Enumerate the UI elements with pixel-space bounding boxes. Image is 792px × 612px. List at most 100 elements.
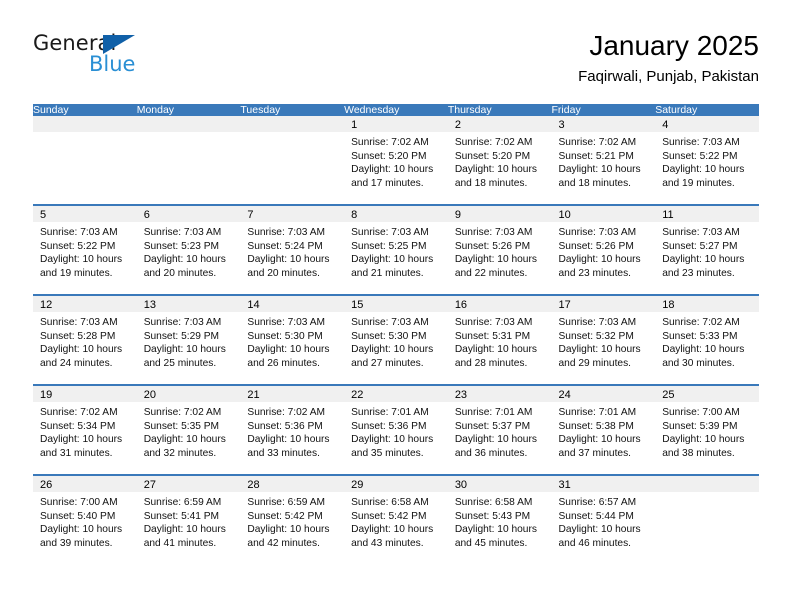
day-details: Sunrise: 7:02 AM Sunset: 5:34 PM Dayligh… xyxy=(33,402,137,460)
calendar-day-cell[interactable]: 20 Sunrise: 7:02 AM Sunset: 5:35 PM Dayl… xyxy=(136,384,241,475)
sunrise-text: Sunrise: 7:02 AM xyxy=(247,407,325,418)
sunrise-text: Sunrise: 7:00 AM xyxy=(662,407,740,418)
calendar-day-cell[interactable]: 29 Sunrise: 6:58 AM Sunset: 5:42 PM Dayl… xyxy=(344,474,448,564)
calendar-day-cell[interactable]: 9 Sunrise: 7:03 AM Sunset: 5:26 PM Dayli… xyxy=(447,204,552,295)
sunrise-text: Sunrise: 7:03 AM xyxy=(351,227,429,238)
daylight-text-line2: and 32 minutes. xyxy=(143,447,217,459)
day-number: 6 xyxy=(136,206,241,222)
day-details: Sunrise: 7:03 AM Sunset: 5:27 PM Dayligh… xyxy=(655,222,759,280)
day-details: Sunrise: 7:03 AM Sunset: 5:24 PM Dayligh… xyxy=(240,222,344,280)
daylight-text-line2: and 21 minutes. xyxy=(351,267,424,279)
calendar-day-cell[interactable] xyxy=(136,116,241,205)
calendar-day-cell[interactable]: 11 Sunrise: 7:03 AM Sunset: 5:27 PM Dayl… xyxy=(655,204,759,295)
day-details: Sunrise: 7:02 AM Sunset: 5:35 PM Dayligh… xyxy=(137,402,241,460)
daylight-text-line1: Daylight: 10 hours xyxy=(558,164,641,176)
day-number: 20 xyxy=(136,386,241,402)
day-details: Sunrise: 7:03 AM Sunset: 5:25 PM Dayligh… xyxy=(344,222,448,280)
calendar-day-cell[interactable]: 8 Sunrise: 7:03 AM Sunset: 5:25 PM Dayli… xyxy=(344,204,448,295)
day-number: 19 xyxy=(33,386,137,402)
daylight-text-line2: and 46 minutes. xyxy=(558,537,632,549)
day-number: 9 xyxy=(447,206,552,222)
general-blue-logo[interactable]: General Blue xyxy=(33,33,213,89)
calendar-day-cell[interactable]: 14 Sunrise: 7:03 AM Sunset: 5:30 PM Dayl… xyxy=(240,294,345,385)
day-number xyxy=(136,116,241,132)
day-details: Sunrise: 6:57 AM Sunset: 5:44 PM Dayligh… xyxy=(552,492,656,550)
sunrise-text: Sunrise: 7:02 AM xyxy=(454,137,533,148)
calendar-day-cell[interactable]: 25 Sunrise: 7:00 AM Sunset: 5:39 PM Dayl… xyxy=(655,384,759,475)
calendar-day-cell[interactable]: 15 Sunrise: 7:03 AM Sunset: 5:30 PM Dayl… xyxy=(344,294,448,385)
sunrise-text: Sunrise: 7:03 AM xyxy=(662,137,740,148)
calendar-day-cell[interactable]: 24 Sunrise: 7:01 AM Sunset: 5:38 PM Dayl… xyxy=(551,384,656,475)
calendar-day-cell[interactable]: 13 Sunrise: 7:03 AM Sunset: 5:29 PM Dayl… xyxy=(136,294,241,385)
calendar-day-cell[interactable]: 12 Sunrise: 7:03 AM Sunset: 5:28 PM Dayl… xyxy=(33,294,137,385)
daylight-text-line1: Daylight: 10 hours xyxy=(247,434,330,446)
sunrise-text: Sunrise: 7:00 AM xyxy=(40,497,118,508)
calendar-day-cell[interactable]: 16 Sunrise: 7:03 AM Sunset: 5:31 PM Dayl… xyxy=(447,294,552,385)
daylight-text-line2: and 38 minutes. xyxy=(662,447,735,459)
weekday-header-wednesday: Wednesday xyxy=(344,104,448,116)
day-details xyxy=(137,132,241,136)
calendar-day-cell[interactable]: 5 Sunrise: 7:03 AM Sunset: 5:22 PM Dayli… xyxy=(33,204,137,295)
sunrise-text: Sunrise: 7:01 AM xyxy=(454,407,533,418)
sunrise-text: Sunrise: 7:03 AM xyxy=(247,227,325,238)
calendar-day-cell[interactable] xyxy=(33,116,137,205)
sunrise-text: Sunrise: 7:01 AM xyxy=(351,407,429,418)
weekday-header-saturday: Saturday xyxy=(655,104,759,116)
calendar-day-cell[interactable]: 23 Sunrise: 7:01 AM Sunset: 5:37 PM Dayl… xyxy=(447,384,552,475)
day-number: 14 xyxy=(240,296,345,312)
sunset-text: Sunset: 5:22 PM xyxy=(662,150,738,162)
calendar-day-cell[interactable]: 30 Sunrise: 6:58 AM Sunset: 5:43 PM Dayl… xyxy=(447,474,552,564)
day-number: 29 xyxy=(344,476,448,492)
sunrise-text: Sunrise: 7:03 AM xyxy=(351,317,429,328)
daylight-text-line1: Daylight: 10 hours xyxy=(143,344,226,356)
weekday-header-monday: Monday xyxy=(136,104,241,116)
day-details xyxy=(33,132,137,136)
calendar-day-cell[interactable]: 31 Sunrise: 6:57 AM Sunset: 5:44 PM Dayl… xyxy=(551,474,656,564)
logo-word-blue: Blue xyxy=(89,52,136,76)
day-number: 3 xyxy=(551,116,656,132)
calendar-week-row: 12 Sunrise: 7:03 AM Sunset: 5:28 PM Dayl… xyxy=(33,294,759,385)
calendar-page: General Blue January 2025 Faqirwali, Pun… xyxy=(0,0,792,612)
day-details: Sunrise: 7:03 AM Sunset: 5:23 PM Dayligh… xyxy=(137,222,241,280)
calendar-day-cell[interactable]: 4 Sunrise: 7:03 AM Sunset: 5:22 PM Dayli… xyxy=(655,116,759,205)
calendar-day-cell[interactable]: 18 Sunrise: 7:02 AM Sunset: 5:33 PM Dayl… xyxy=(655,294,759,385)
day-details: Sunrise: 7:03 AM Sunset: 5:26 PM Dayligh… xyxy=(448,222,552,280)
day-details: Sunrise: 7:00 AM Sunset: 5:40 PM Dayligh… xyxy=(33,492,137,550)
calendar-day-cell[interactable]: 3 Sunrise: 7:02 AM Sunset: 5:21 PM Dayli… xyxy=(551,116,656,205)
day-number: 15 xyxy=(344,296,448,312)
calendar-day-cell[interactable]: 26 Sunrise: 7:00 AM Sunset: 5:40 PM Dayl… xyxy=(33,474,137,564)
daylight-text-line1: Daylight: 10 hours xyxy=(454,164,537,176)
calendar-day-cell[interactable]: 27 Sunrise: 6:59 AM Sunset: 5:41 PM Dayl… xyxy=(136,474,241,564)
calendar-day-cell[interactable]: 10 Sunrise: 7:03 AM Sunset: 5:26 PM Dayl… xyxy=(551,204,656,295)
daylight-text-line1: Daylight: 10 hours xyxy=(351,164,434,176)
daylight-text-line1: Daylight: 10 hours xyxy=(143,254,226,266)
day-number: 18 xyxy=(655,296,759,312)
calendar-week-row: 26 Sunrise: 7:00 AM Sunset: 5:40 PM Dayl… xyxy=(33,474,759,564)
calendar-day-cell[interactable]: 22 Sunrise: 7:01 AM Sunset: 5:36 PM Dayl… xyxy=(344,384,448,475)
day-number: 13 xyxy=(136,296,241,312)
daylight-text-line1: Daylight: 10 hours xyxy=(454,524,537,536)
calendar-day-cell[interactable]: 6 Sunrise: 7:03 AM Sunset: 5:23 PM Dayli… xyxy=(136,204,241,295)
daylight-text-line1: Daylight: 10 hours xyxy=(454,344,537,356)
sunset-text: Sunset: 5:21 PM xyxy=(558,150,634,162)
calendar-day-cell[interactable]: 21 Sunrise: 7:02 AM Sunset: 5:36 PM Dayl… xyxy=(240,384,345,475)
sunset-text: Sunset: 5:37 PM xyxy=(454,420,531,432)
daylight-text-line1: Daylight: 10 hours xyxy=(662,254,745,266)
calendar-day-cell[interactable]: 17 Sunrise: 7:03 AM Sunset: 5:32 PM Dayl… xyxy=(551,294,656,385)
calendar-day-cell[interactable]: 7 Sunrise: 7:03 AM Sunset: 5:24 PM Dayli… xyxy=(240,204,345,295)
day-number: 17 xyxy=(551,296,656,312)
calendar-day-cell[interactable] xyxy=(240,116,345,205)
daylight-text-line2: and 23 minutes. xyxy=(558,267,632,279)
calendar-day-cell[interactable]: 19 Sunrise: 7:02 AM Sunset: 5:34 PM Dayl… xyxy=(33,384,137,475)
daylight-text-line2: and 25 minutes. xyxy=(143,357,217,369)
calendar-day-cell[interactable]: 28 Sunrise: 6:59 AM Sunset: 5:42 PM Dayl… xyxy=(240,474,345,564)
day-details: Sunrise: 7:01 AM Sunset: 5:37 PM Dayligh… xyxy=(448,402,552,460)
daylight-text-line2: and 26 minutes. xyxy=(247,357,320,369)
calendar-day-cell[interactable]: 2 Sunrise: 7:02 AM Sunset: 5:20 PM Dayli… xyxy=(447,116,552,205)
sunset-text: Sunset: 5:35 PM xyxy=(143,420,220,432)
page-title: January 2025 xyxy=(589,30,759,61)
calendar-day-cell[interactable]: 1 Sunrise: 7:02 AM Sunset: 5:20 PM Dayli… xyxy=(344,116,448,205)
sunset-text: Sunset: 5:40 PM xyxy=(40,510,116,522)
calendar-day-cell[interactable] xyxy=(655,474,759,564)
daylight-text-line1: Daylight: 10 hours xyxy=(351,434,434,446)
